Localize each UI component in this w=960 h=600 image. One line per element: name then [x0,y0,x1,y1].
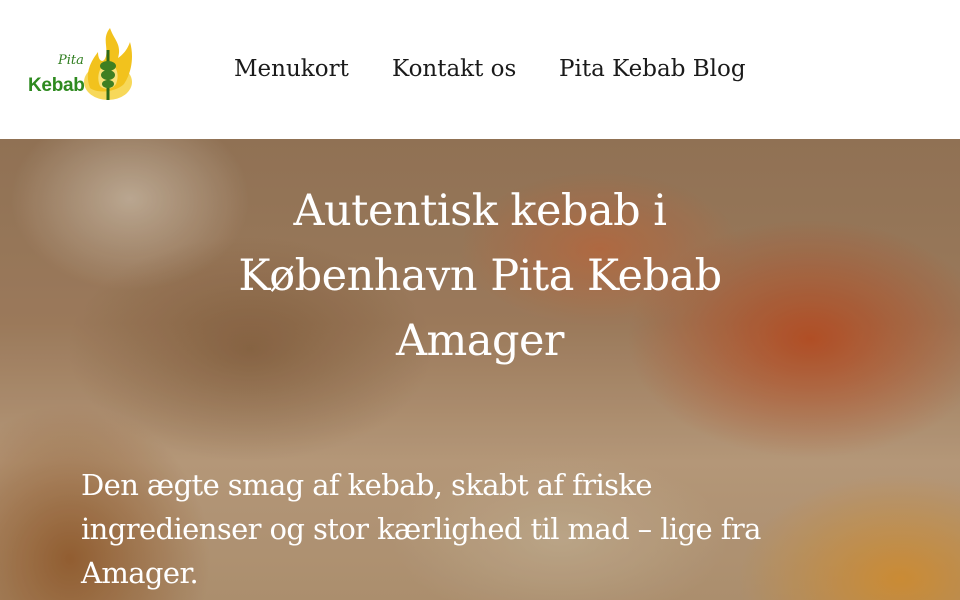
hero-section: Autentisk kebab i København Pita Kebab A… [0,139,960,600]
nav-item-menukort[interactable]: Menukort [234,56,349,82]
logo-link[interactable]: Pita Kebab [28,28,134,104]
hero-description: Den ægte smag af kebab, skabt af friske … [81,468,761,590]
hero-title: Autentisk kebab i København Pita Kebab A… [238,186,722,366]
nav-item-kontakt-os[interactable]: Kontakt os [392,56,516,82]
site-header: Pita Kebab Menukort Kontakt os Pita Keba… [0,0,960,139]
logo-wordmark: Kebab [28,75,85,96]
logo-script-text: Pita [58,53,84,68]
nav-item-blog[interactable]: Pita Kebab Blog [559,56,746,82]
